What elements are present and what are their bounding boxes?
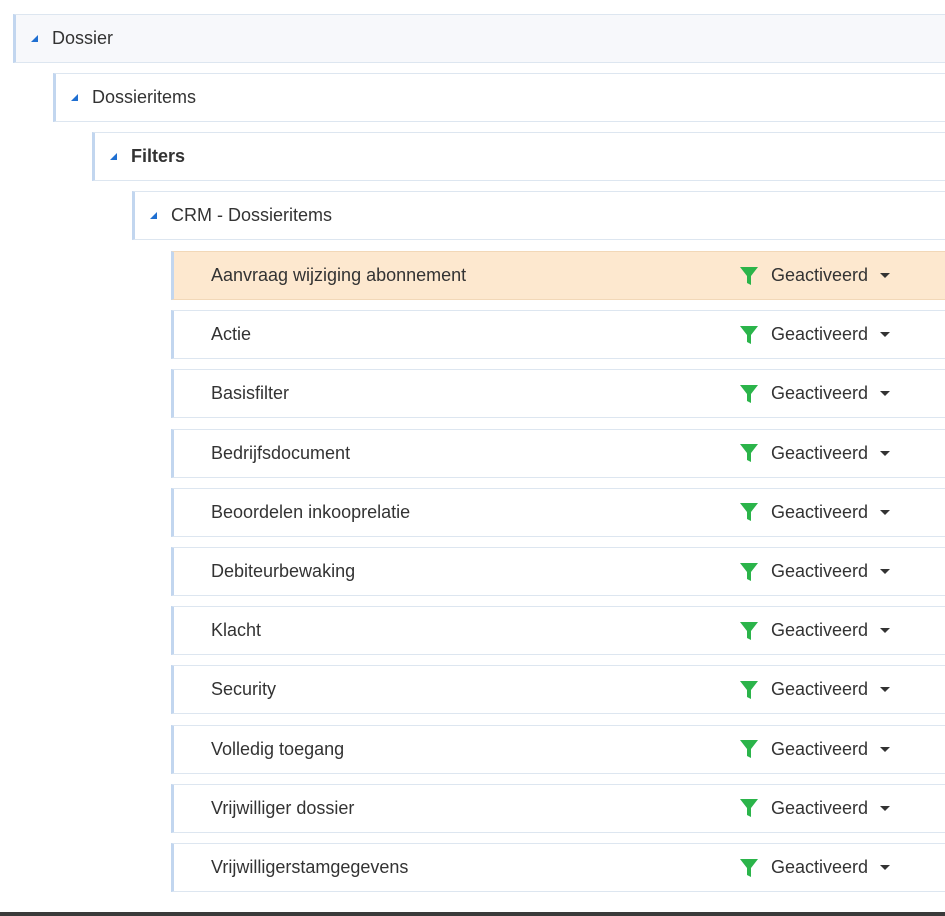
filter-item-row[interactable]: Vrijwilligerstamgegevens Geactiveerd [171, 843, 945, 892]
status-dropdown[interactable]: Geactiveerd [739, 430, 891, 477]
chevron-down-icon[interactable] [880, 569, 891, 574]
tree-node-label: CRM - Dossieritems [171, 205, 333, 225]
tree-node-dossier[interactable]: Dossier [13, 14, 945, 63]
funnel-icon [739, 562, 759, 582]
funnel-icon [739, 502, 759, 522]
tree-node-filters[interactable]: Filters [92, 132, 945, 181]
funnel-icon [739, 443, 759, 463]
chevron-down-icon[interactable] [880, 746, 891, 752]
filter-item-label: Actie [211, 324, 252, 345]
filter-item-row[interactable]: Beoordelen inkooprelatie Geactiveerd [171, 487, 945, 537]
expand-caret-icon[interactable] [71, 94, 78, 101]
status-dropdown[interactable]: Geactiveerd [739, 548, 891, 595]
filter-item-label: Volledig toegang [211, 738, 345, 759]
filter-item-label: Debiteurbewaking [211, 561, 356, 581]
status-dropdown[interactable]: Geactiveerd [739, 607, 891, 654]
status-label: Geactiveerd [771, 383, 869, 404]
filter-item-label: Vrijwilligerstamgegevens [211, 857, 409, 877]
filter-item-label: Security [211, 679, 277, 700]
filter-item-row[interactable]: Aanvraag wijziging abonnement Geactiveerd [171, 251, 945, 300]
funnel-icon [739, 680, 759, 700]
filter-item-row[interactable]: Klacht Geactiveerd [171, 606, 945, 656]
status-dropdown[interactable]: Geactiveerd [739, 252, 891, 299]
funnel-icon [739, 325, 759, 345]
chevron-down-icon[interactable] [880, 687, 891, 693]
chevron-down-icon[interactable] [880, 450, 891, 456]
status-dropdown[interactable]: Geactiveerd [739, 370, 891, 417]
tree-node-dossieritems[interactable]: Dossieritems [53, 73, 945, 122]
funnel-icon [739, 384, 759, 404]
filter-item-label: Vrijwilliger dossier [211, 797, 355, 818]
tree-node-label: Dossieritems [92, 87, 197, 107]
filter-item-label: Basisfilter [211, 383, 290, 404]
funnel-icon [739, 858, 759, 878]
filter-item-label: Bedrijfsdocument [211, 442, 351, 463]
status-label: Geactiveerd [771, 501, 869, 522]
expand-caret-icon[interactable] [31, 35, 38, 42]
chevron-down-icon[interactable] [880, 509, 891, 515]
filter-item-label: Beoordelen inkooprelatie [211, 501, 411, 522]
status-label: Geactiveerd [771, 265, 869, 285]
chevron-down-icon[interactable] [880, 805, 891, 811]
tree-node-label: Dossier [52, 28, 114, 48]
filter-item-row[interactable]: Actie Geactiveerd [171, 310, 945, 360]
bottom-border [0, 912, 945, 916]
funnel-icon [739, 739, 759, 759]
chevron-down-icon[interactable] [880, 628, 891, 634]
expand-caret-icon[interactable] [150, 212, 157, 219]
status-label: Geactiveerd [771, 620, 869, 641]
filter-item-label: Aanvraag wijziging abonnement [211, 265, 467, 285]
status-dropdown[interactable]: Geactiveerd [739, 666, 891, 713]
status-dropdown[interactable]: Geactiveerd [739, 311, 891, 358]
status-dropdown[interactable]: Geactiveerd [739, 489, 891, 536]
chevron-down-icon[interactable] [880, 332, 891, 338]
tree-node-crm-dossieritems[interactable]: CRM - Dossieritems [132, 191, 945, 240]
status-label: Geactiveerd [771, 738, 869, 759]
chevron-down-icon[interactable] [880, 273, 891, 278]
filter-item-row[interactable]: Volledig toegang Geactiveerd [171, 724, 945, 774]
filter-item-row[interactable]: Basisfilter Geactiveerd [171, 369, 945, 419]
tree-node-label: Filters [131, 146, 186, 166]
status-label: Geactiveerd [771, 561, 869, 581]
filter-item-row[interactable]: Vrijwilliger dossier Geactiveerd [171, 783, 945, 833]
status-dropdown[interactable]: Geactiveerd [739, 726, 891, 773]
status-label: Geactiveerd [771, 797, 869, 818]
filter-item-row[interactable]: Security Geactiveerd [171, 665, 945, 715]
status-label: Geactiveerd [771, 442, 869, 463]
funnel-icon [739, 621, 759, 641]
status-label: Geactiveerd [771, 324, 869, 345]
funnel-icon [739, 798, 759, 818]
expand-caret-icon[interactable] [110, 153, 117, 160]
filter-item-label: Klacht [211, 620, 262, 641]
chevron-down-icon[interactable] [880, 391, 891, 397]
status-dropdown[interactable]: Geactiveerd [739, 844, 891, 891]
status-label: Geactiveerd [771, 679, 869, 700]
status-label: Geactiveerd [771, 857, 869, 877]
filter-item-row[interactable]: Debiteurbewaking Geactiveerd [171, 547, 945, 596]
chevron-down-icon[interactable] [880, 865, 891, 870]
status-dropdown[interactable]: Geactiveerd [739, 785, 891, 832]
filter-item-row[interactable]: Bedrijfsdocument Geactiveerd [171, 428, 945, 478]
funnel-icon [739, 266, 759, 286]
